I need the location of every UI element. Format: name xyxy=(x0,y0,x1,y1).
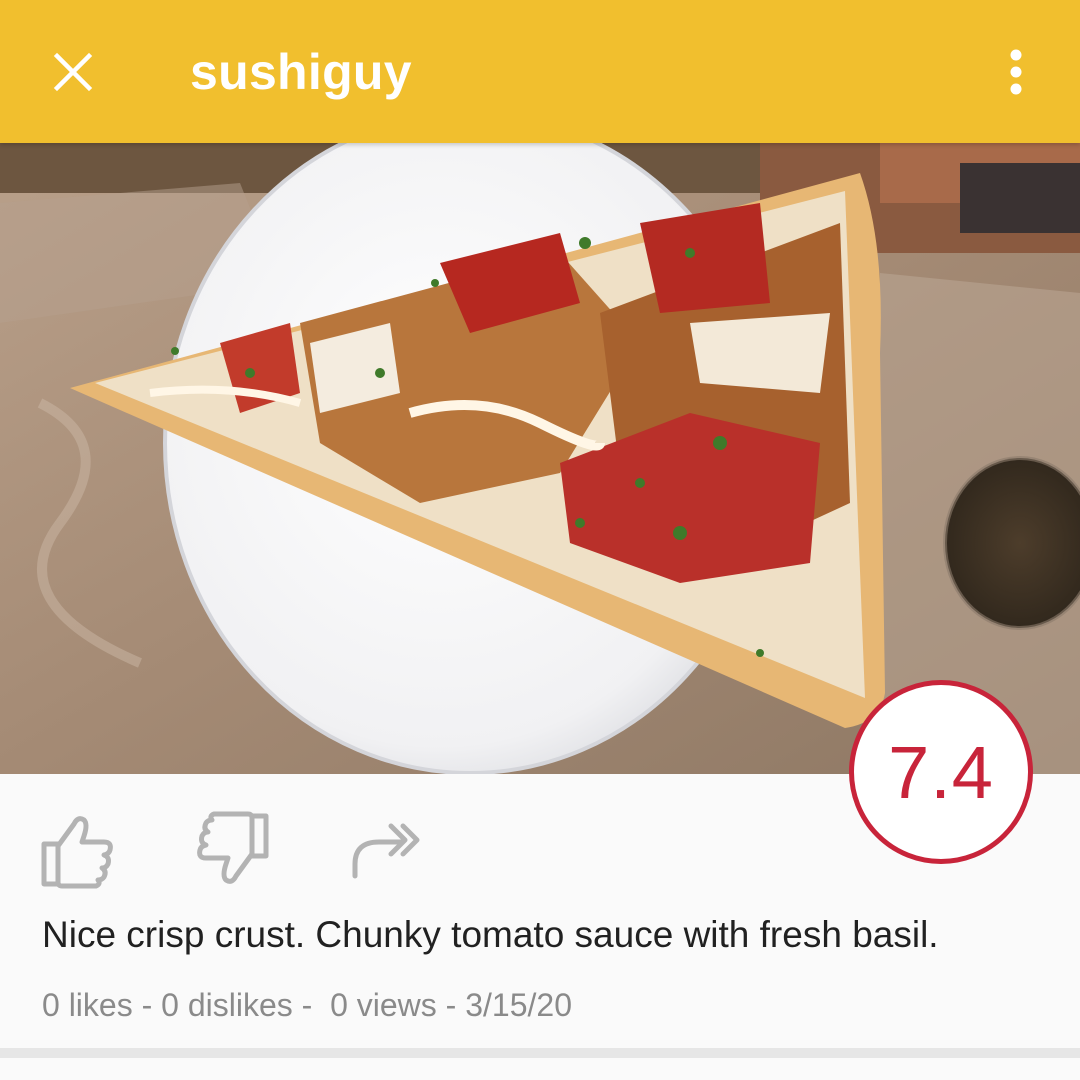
like-button[interactable] xyxy=(38,810,118,890)
thumbs-down-icon xyxy=(197,811,269,884)
post-actions-bar xyxy=(0,800,800,900)
thumbs-up-icon xyxy=(41,816,113,889)
pizza-photo-image xyxy=(0,143,1080,774)
more-vert-icon xyxy=(1010,49,1022,95)
rating-score-value: 7.4 xyxy=(888,730,994,814)
rating-score-badge: 7.4 xyxy=(849,680,1033,864)
dislike-button[interactable] xyxy=(192,810,272,890)
next-card-edge xyxy=(0,1058,1080,1080)
share-button[interactable] xyxy=(345,810,425,890)
post-detail-screen: sushiguy 7.4 Nice crisp crust. Chunky to… xyxy=(0,0,1080,1080)
post-comment-text: Nice crisp crust. Chunky tomato sauce wi… xyxy=(42,914,939,955)
overflow-menu-button[interactable] xyxy=(988,35,1044,109)
close-icon xyxy=(53,52,93,92)
share-icon xyxy=(352,823,420,879)
username-title[interactable]: sushiguy xyxy=(190,42,412,102)
post-stats-text: 0 likes - 0 dislikes - 0 views - 3/15/20 xyxy=(42,987,572,1023)
post-photo[interactable] xyxy=(0,143,1080,774)
card-divider xyxy=(0,1048,1080,1058)
close-button[interactable] xyxy=(36,35,110,109)
top-app-bar: sushiguy xyxy=(0,0,1080,143)
